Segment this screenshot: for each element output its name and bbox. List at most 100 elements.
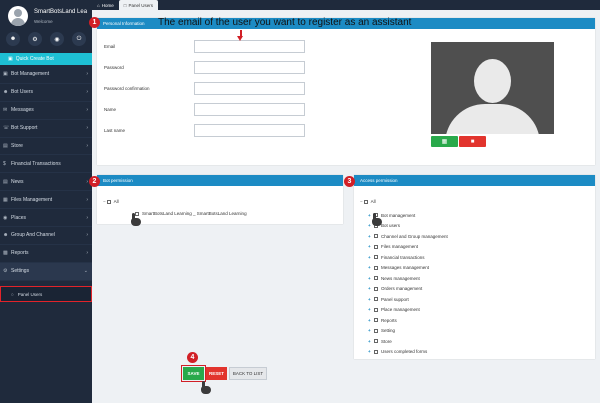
access-item[interactable]: + Files management (368, 242, 448, 253)
step-badge-2: 2 (89, 176, 100, 187)
expand-icon[interactable]: + (368, 297, 372, 302)
collapse-icon[interactable]: − (103, 199, 106, 204)
access-item[interactable]: + Panel support (368, 294, 448, 305)
hand-pointer-icon (200, 381, 211, 394)
access-item[interactable]: + Orders management (368, 284, 448, 295)
save-button[interactable]: SAVE (181, 365, 206, 382)
last-name-field[interactable] (194, 124, 305, 137)
lock-icon[interactable]: ◉ (50, 32, 64, 46)
password-confirmation-field[interactable] (194, 82, 305, 95)
expand-icon[interactable]: + (368, 286, 372, 291)
person-head-icon (474, 59, 511, 103)
access-item[interactable]: + Financial transactions (368, 252, 448, 263)
sidebar-item-financial-transactions[interactable]: $ Financial Transactions (0, 155, 92, 174)
tree-label: All (370, 199, 376, 204)
sidebar-subitem-panel-users[interactable]: ○ Panel Users (0, 286, 92, 302)
power-icon[interactable]: ⏻ (72, 32, 86, 46)
access-item[interactable]: + Channel and Group management (368, 231, 448, 242)
checkbox[interactable] (374, 349, 378, 354)
bot-tree-root[interactable]: − All (103, 199, 119, 204)
tree-label: Users completed forms (381, 349, 428, 355)
folder-icon: ▦ (3, 196, 8, 203)
sidebar-item-group-and-channel[interactable]: ☻ Group And Channel › (0, 227, 92, 245)
sidebar-item-places[interactable]: ◉ Places › (0, 209, 92, 228)
checkbox[interactable] (374, 286, 378, 291)
sidebar-item-label: Bot Support (11, 125, 38, 132)
name-field[interactable] (194, 103, 305, 116)
document-icon: □ (123, 2, 127, 8)
group-icon: ☻ (3, 232, 9, 239)
bot-tree-leaf[interactable]: SmartBotsLand Learning _ SmartBotsLand L… (135, 211, 247, 216)
sidebar-item-settings[interactable]: ⚙ Settings ⌄ (0, 262, 92, 281)
checkbox[interactable] (374, 339, 378, 344)
expand-icon[interactable]: + (368, 244, 372, 249)
checkbox[interactable] (374, 255, 378, 260)
access-tree-root[interactable]: − All (360, 199, 376, 204)
top-bar: ⌂ Home □ Panel Users (92, 0, 600, 10)
checkbox[interactable] (374, 297, 378, 302)
expand-icon[interactable]: + (368, 328, 372, 333)
sidebar-item-reports[interactable]: ▩ Reports › (0, 245, 92, 263)
tree-label: All (113, 199, 119, 204)
expand-icon[interactable]: + (368, 255, 372, 260)
sidebar-item-label: Bot Users (11, 89, 33, 96)
tree-label: Channel and Group management (381, 233, 448, 239)
sidebar-item-news[interactable]: ▤ News › (0, 173, 92, 192)
password-confirmation-label: Password confirmation (104, 86, 150, 91)
checkbox[interactable] (363, 199, 368, 204)
tree-label: Bot management (381, 212, 416, 218)
password-field[interactable] (194, 61, 305, 74)
access-item[interactable]: + Messages management (368, 263, 448, 274)
expand-icon[interactable]: + (368, 349, 372, 354)
expand-icon[interactable]: + (368, 234, 372, 239)
access-item[interactable]: + News management (368, 273, 448, 284)
sidebar-item-bot-users[interactable]: ☻ Bot Users › (0, 84, 92, 102)
access-item[interactable]: + Setting (368, 326, 448, 337)
collapse-icon[interactable]: − (360, 199, 363, 204)
avatar[interactable] (8, 6, 28, 26)
chevron-right-icon: › (86, 89, 88, 96)
checkbox[interactable] (374, 244, 378, 249)
checkbox[interactable] (374, 307, 378, 312)
sidebar-item-messages[interactable]: ✉ Messages › (0, 102, 92, 120)
access-item[interactable]: + Place management (368, 305, 448, 316)
tree-label: Financial transactions (381, 254, 425, 260)
upload-photo-button[interactable]: ▦ (431, 136, 458, 147)
checkbox[interactable] (374, 276, 378, 281)
access-item[interactable]: + Users completed forms (368, 347, 448, 358)
chevron-right-icon: › (86, 143, 88, 149)
sidebar-item-store[interactable]: ▤ Store › (0, 138, 92, 156)
arrow-down-icon (237, 30, 243, 42)
person-body-icon (445, 104, 540, 134)
tab-home[interactable]: ⌂ Home (92, 0, 119, 10)
sidebar-item-bot-management[interactable]: ▣ Bot Management › (0, 66, 92, 84)
step-badge-3: 3 (344, 176, 355, 187)
access-item[interactable]: + Store (368, 336, 448, 347)
expand-icon[interactable]: + (368, 276, 372, 281)
email-field[interactable] (194, 40, 305, 53)
reset-button[interactable]: RESET (206, 367, 227, 380)
checkbox[interactable] (374, 318, 378, 323)
checkbox[interactable] (374, 234, 378, 239)
expand-icon[interactable]: + (368, 265, 372, 270)
back-to-list-button[interactable]: BACK TO LIST (229, 367, 267, 380)
user-icon[interactable]: ☻ (6, 32, 20, 46)
map-pin-icon: ◉ (3, 214, 8, 221)
expand-icon[interactable]: + (368, 339, 372, 344)
checkbox[interactable] (374, 265, 378, 270)
sidebar-item-label: Files Management (11, 196, 53, 203)
settings-icon[interactable]: ⚙ (28, 32, 42, 46)
remove-photo-button[interactable]: ■ (459, 136, 486, 147)
card-title: Personal Information (103, 21, 145, 26)
chevron-right-icon: › (86, 178, 88, 185)
sidebar-item-files-management[interactable]: ▦ Files Management › (0, 191, 92, 210)
access-item[interactable]: + Reports (368, 315, 448, 326)
checkbox[interactable] (374, 328, 378, 333)
tab-panel-users[interactable]: □ Panel Users (118, 0, 158, 10)
name-label: Name (104, 107, 117, 112)
expand-icon[interactable]: + (368, 307, 372, 312)
sidebar-item-bot-support[interactable]: ☏ Bot Support › (0, 120, 92, 138)
quick-create-bot-button[interactable]: ▣ Quick Create Bot (0, 53, 92, 65)
expand-icon[interactable]: + (368, 318, 372, 323)
checkbox[interactable] (106, 199, 111, 204)
